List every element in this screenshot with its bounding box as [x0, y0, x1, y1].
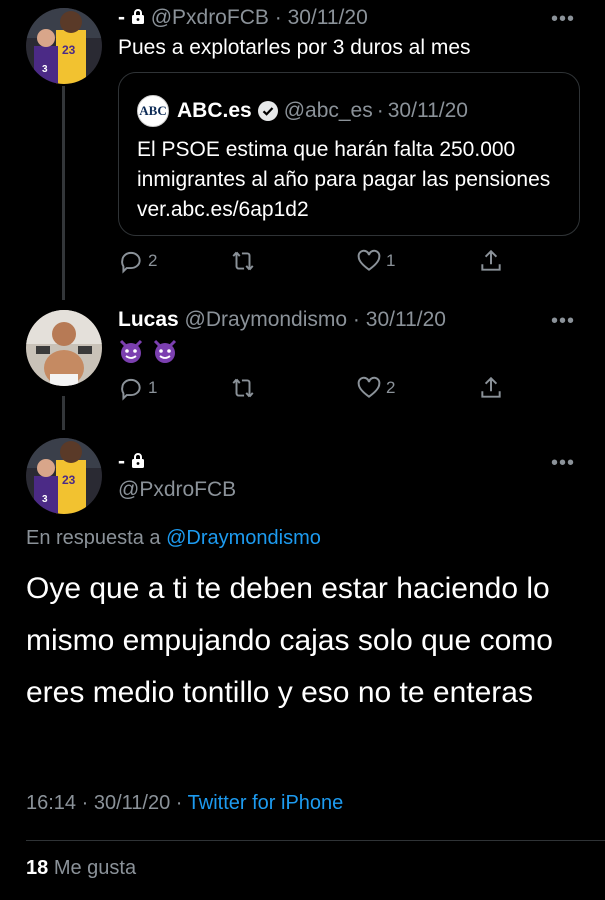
reply-prefix: En respuesta a — [26, 527, 161, 549]
devil-emoji — [154, 339, 177, 363]
quoted-date: 30/11/20 — [387, 99, 468, 122]
like-button[interactable]: 1 — [356, 248, 395, 274]
share-icon — [481, 376, 501, 398]
tweet-source-link[interactable]: Twitter for iPhone — [188, 792, 344, 814]
reply-button[interactable]: 1 — [118, 375, 157, 401]
like-button[interactable]: 2 — [356, 375, 395, 401]
tweet2-date[interactable]: 30/11/20 — [366, 308, 446, 331]
tweet2-handle[interactable]: @Draymondismo — [185, 308, 348, 331]
tweet1-date[interactable]: 30/11/20 — [288, 6, 368, 29]
separator: · — [376, 99, 384, 122]
share-button[interactable] — [478, 375, 504, 401]
tweet2-emojis — [118, 338, 182, 364]
like-icon — [357, 249, 381, 271]
main-tweet-name[interactable]: - — [118, 450, 125, 473]
devil-emoji — [119, 339, 143, 363]
tweet1-text: Pues a explotarles por 3 duros al mes — [118, 36, 471, 59]
tweet2-more-icon[interactable]: ••• — [551, 310, 575, 333]
separator: · — [352, 308, 360, 331]
likes-label: Me gusta — [53, 857, 137, 879]
share-button[interactable] — [478, 248, 504, 274]
like-icon — [357, 376, 381, 398]
svg-text:3: 3 — [42, 64, 48, 75]
tweet1-actions: 2 1 — [118, 248, 538, 278]
avatar-image: 23 3 — [26, 438, 102, 514]
tweet2-actions: 1 2 — [118, 375, 538, 405]
svg-text:23: 23 — [62, 473, 76, 487]
svg-text:3: 3 — [42, 494, 48, 505]
avatar-draymondismo[interactable] — [26, 310, 102, 386]
separator: · — [81, 792, 89, 814]
like-count: 2 — [386, 378, 396, 397]
avatar-pxdrofcb[interactable]: 23 3 — [26, 8, 102, 84]
separator: · — [274, 6, 282, 29]
main-tweet-more-icon[interactable]: ••• — [551, 452, 575, 475]
lock-icon — [131, 9, 144, 24]
quoted-tweet-header: ABC ABC.es @abc_es · 30/11/20 — [137, 95, 468, 127]
reply-context: En respuesta a @Draymondismo — [26, 527, 321, 550]
retweet-icon — [232, 251, 254, 271]
reply-count: 2 — [148, 251, 158, 270]
avatar-image — [26, 310, 102, 386]
reply-count: 1 — [148, 378, 158, 397]
likes-count: 18 — [26, 857, 49, 879]
separator: · — [175, 792, 183, 814]
retweet-button[interactable] — [230, 375, 260, 401]
reply-icon — [121, 378, 141, 401]
reply-to-link[interactable]: @Draymondismo — [166, 527, 321, 549]
retweet-icon — [232, 378, 254, 398]
tweet1-more-icon[interactable]: ••• — [551, 8, 575, 31]
tweet2-name[interactable]: Lucas — [118, 308, 179, 331]
divider — [26, 840, 605, 841]
reply-icon — [121, 251, 141, 274]
quoted-name: ABC.es — [177, 99, 252, 122]
retweet-button[interactable] — [230, 248, 260, 274]
tweet1-handle[interactable]: @PxdroFCB — [151, 6, 269, 29]
thread-line-1 — [62, 86, 65, 300]
lock-icon — [131, 453, 144, 468]
avatar-pxdrofcb[interactable]: 23 3 — [26, 438, 102, 514]
quoted-handle: @abc_es — [283, 99, 373, 122]
avatar-image: 23 3 — [26, 8, 102, 84]
svg-text:23: 23 — [62, 43, 76, 57]
tweet1-name[interactable]: - — [118, 6, 125, 29]
share-icon — [481, 249, 501, 271]
tweet-time[interactable]: 16:14 — [26, 792, 76, 814]
like-count: 1 — [386, 251, 396, 270]
main-tweet-text: Oye que a ti te deben estar haciendo lo … — [26, 572, 553, 709]
likes-summary[interactable]: 18 Me gusta — [26, 857, 136, 880]
tweet1-header: - @PxdroFCB · 30/11/20 — [118, 6, 368, 30]
tweet2-header: Lucas @Draymondismo · 30/11/20 — [118, 308, 446, 332]
quoted-text: El PSOE estima que harán falta 250.000 i… — [137, 138, 551, 221]
reply-button[interactable]: 2 — [118, 248, 157, 274]
thread-line-2 — [62, 396, 65, 430]
abc-logo: ABC — [137, 95, 169, 127]
verified-icon — [257, 101, 278, 121]
quoted-tweet[interactable]: ABC ABC.es @abc_es · 30/11/20 El PSOE es… — [118, 72, 580, 236]
main-tweet-name-row: - — [118, 450, 145, 474]
tweet-meta: 16:14 · 30/11/20 · Twitter for iPhone — [26, 792, 343, 815]
main-tweet-handle[interactable]: @PxdroFCB — [118, 478, 236, 502]
tweet-date[interactable]: 30/11/20 — [94, 792, 170, 814]
